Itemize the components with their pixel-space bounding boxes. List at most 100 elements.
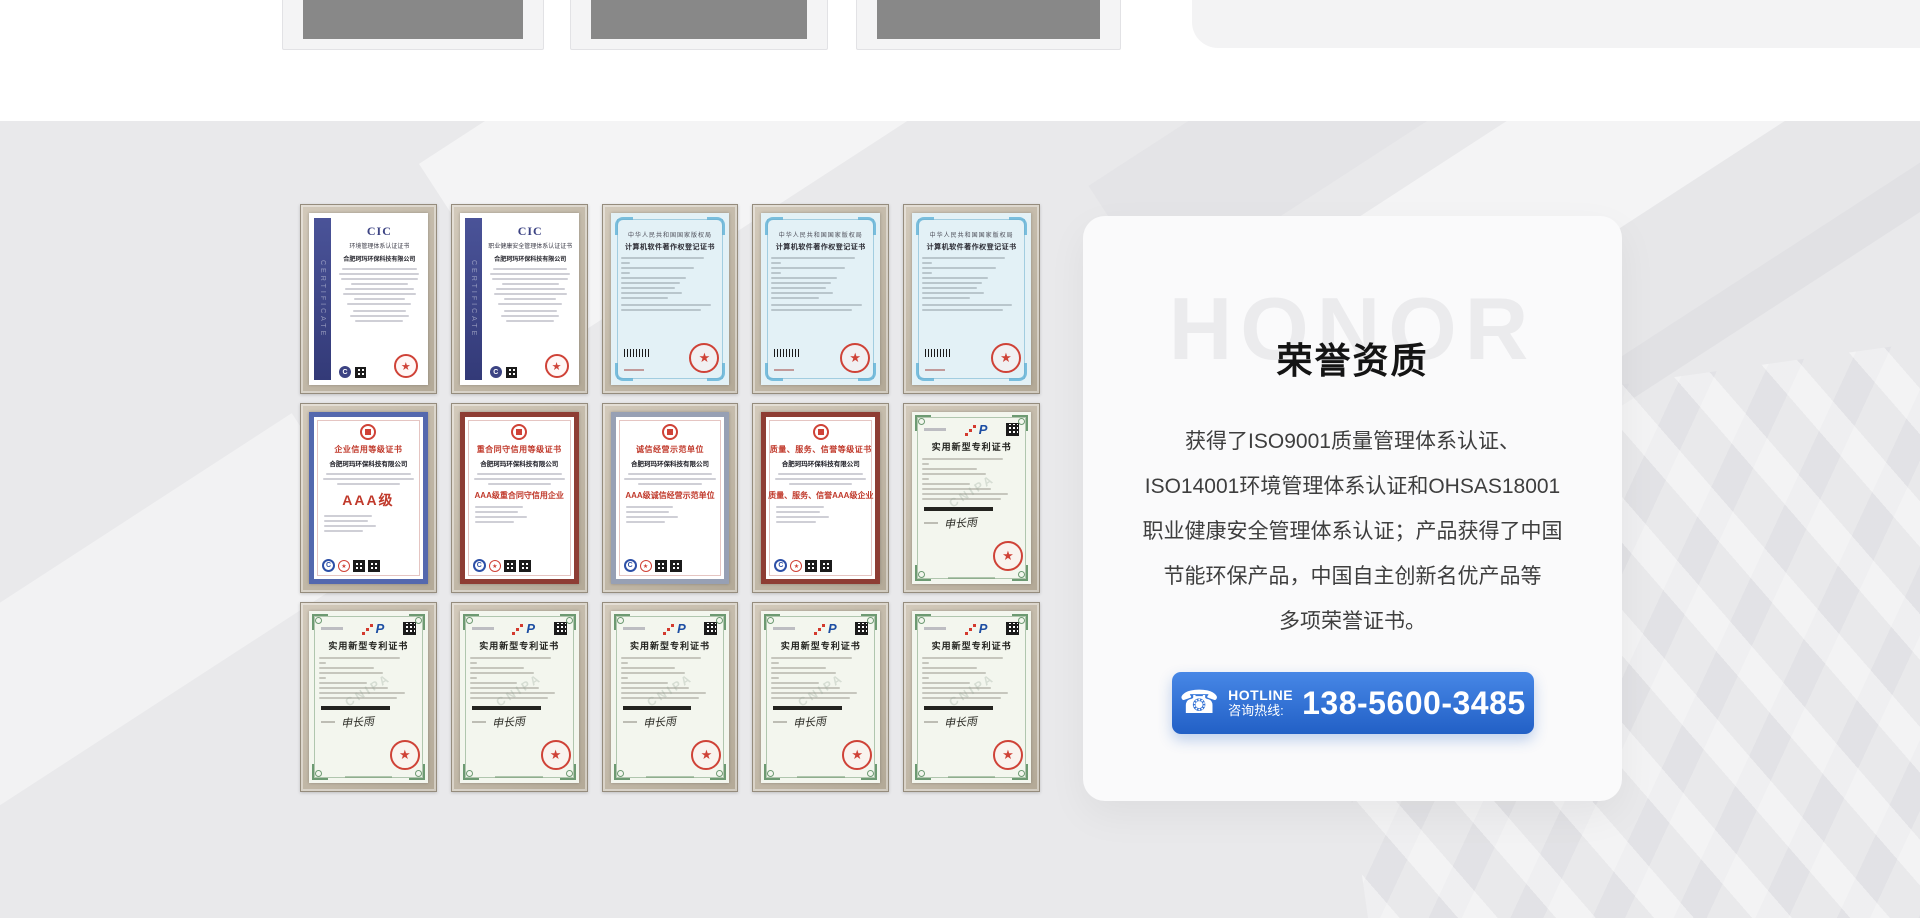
corner-ornament	[915, 565, 931, 581]
corner-ornament	[710, 614, 726, 630]
cnipa-logo-icon: P	[362, 622, 385, 635]
certificate-thumb[interactable]: CNIPA P 实用新型专利证书 申长雨 ★	[451, 602, 588, 792]
certificate-side-band: CERTIFICATE	[314, 218, 331, 380]
corner-ornament	[312, 764, 328, 780]
certificate-title: 实用新型专利证书	[912, 440, 1031, 453]
company-name: 合肥珂玛环保科技有限公司	[486, 254, 575, 263]
certificate-title: 职业健康安全管理体系认证证书	[486, 241, 575, 250]
certificate-title: 计算机软件著作权登记证书	[912, 242, 1031, 252]
corner-flourish	[765, 363, 783, 381]
certificate-text-lines	[314, 473, 423, 485]
honor-description-line: 多项荣誉证书。	[1111, 599, 1594, 644]
red-emblem-icon	[813, 424, 829, 440]
phone-icon: ☎	[1179, 686, 1219, 718]
barcode	[774, 349, 800, 357]
hotline-label-zh: 咨询热线:	[1228, 703, 1293, 719]
honor-description-line: 获得了ISO9001质量管理体系认证、	[1111, 419, 1594, 464]
honor-section: CERTIFICATE CIC 环境管理体系认证证书 合肥珂玛环保科技有限公司 …	[0, 121, 1920, 918]
company-name: 合肥珂玛环保科技有限公司	[766, 458, 875, 468]
corner-flourish	[765, 217, 783, 235]
cic-badge-icon: C	[490, 366, 502, 378]
certificate-paper: CNIPA P 实用新型专利证书 申长雨 ★	[912, 412, 1031, 584]
certificate-title: 实用新型专利证书	[611, 639, 730, 652]
corner-ornament	[764, 764, 780, 780]
certificate-thumb[interactable]: 中华人民共和国国家版权局 计算机软件著作权登记证书 ★	[903, 204, 1040, 394]
certificate-title: 企业信用等级证书	[314, 444, 423, 455]
certificate-text-lines	[912, 304, 1031, 311]
cnipa-logo-icon: P	[663, 622, 686, 635]
excavation-site-photo	[303, 0, 523, 39]
certificate-paper: 中华人民共和国国家版权局 计算机软件著作权登记证书 ★	[761, 213, 880, 385]
gallery-card-machinery[interactable]	[570, 0, 828, 50]
honor-description-line: 职业健康安全管理体系认证；产品获得了中国	[1111, 509, 1594, 554]
certificate-paper: 中华人民共和国国家版权局 计算机软件著作权登记证书 ★	[611, 213, 730, 385]
certificate-text-lines	[335, 310, 424, 322]
certificate-paper: CERTIFICATE CIC 职业健康安全管理体系认证证书 合肥珂玛环保科技有…	[460, 213, 579, 385]
qr-code	[353, 560, 365, 572]
anti-counterfeit-icon: C	[473, 559, 486, 572]
hotline-button[interactable]: ☎ HOTLINE 咨询热线: 138-5600-3485	[1172, 672, 1534, 734]
company-name: 合肥珂玛环保科技有限公司	[335, 254, 424, 263]
certificate-side-band: CERTIFICATE	[465, 218, 482, 380]
red-emblem-icon	[511, 424, 527, 440]
certificate-thumb[interactable]: CNIPA P 实用新型专利证书 申长雨 ★	[752, 602, 889, 792]
certificate-text-lines	[912, 257, 1031, 299]
corner-ornament	[915, 764, 931, 780]
gallery-card-trench[interactable]	[856, 0, 1121, 50]
certificate-paper: 企业信用等级证书 合肥珂玛环保科技有限公司 AAA级 C ★	[309, 412, 428, 584]
award-grade: 质量、服务、信誉AAA级企业	[766, 490, 875, 501]
certificate-thumb[interactable]: 质量、服务、信誉等级证书 合肥珂玛环保科技有限公司 质量、服务、信誉AAA级企业…	[752, 403, 889, 593]
certificate-thumb[interactable]: CNIPA P 实用新型专利证书 申长雨 ★	[903, 602, 1040, 792]
certificate-thumb[interactable]: CERTIFICATE CIC 环境管理体系认证证书 合肥珂玛环保科技有限公司 …	[300, 204, 437, 394]
certificate-title: 计算机软件著作权登记证书	[761, 242, 880, 252]
anti-counterfeit-icon: C	[774, 559, 787, 572]
certificate-thumb[interactable]: 中华人民共和国国家版权局 计算机软件著作权登记证书 ★	[752, 204, 889, 394]
certificate-paper: CNIPA P 实用新型专利证书 申长雨 ★	[912, 611, 1031, 783]
barcode	[623, 706, 692, 710]
anti-counterfeit-icon: C	[322, 559, 335, 572]
honor-description-line: 节能环保产品，中国自主创新名优产品等	[1111, 554, 1594, 599]
certificate-text-lines	[761, 257, 880, 299]
qr-code	[504, 560, 516, 572]
top-right-panel-edge	[1192, 0, 1920, 48]
certificate-thumb[interactable]: CERTIFICATE CIC 职业健康安全管理体系认证证书 合肥珂玛环保科技有…	[451, 204, 588, 394]
qr-code	[655, 560, 667, 572]
certificate-thumb[interactable]: 中华人民共和国国家版权局 计算机软件著作权登记证书 ★	[602, 204, 739, 394]
certificate-text-lines	[611, 304, 730, 311]
red-round-seal: ★	[991, 343, 1021, 373]
certificate-paper: 重合同守信用等级证书 合肥珂玛环保科技有限公司 AAA级重合同守信用企业 C ★	[460, 412, 579, 584]
cnipa-logo-icon: P	[814, 622, 837, 635]
certificate-paper: 诚信经营示范单位 合肥珂玛环保科技有限公司 AAA级诚信经营示范单位 C ★	[611, 412, 730, 584]
national-emblem-seal: ★	[541, 740, 571, 770]
corner-flourish	[615, 217, 633, 235]
certificate-thumb[interactable]: CNIPA P 实用新型专利证书 申长雨 ★	[903, 403, 1040, 593]
corner-flourish	[916, 217, 934, 235]
director-signature: 申长雨	[944, 713, 978, 731]
certificate-thumb[interactable]: 重合同守信用等级证书 合肥珂玛环保科技有限公司 AAA级重合同守信用企业 C ★	[451, 403, 588, 593]
certificate-thumb[interactable]: CNIPA P 实用新型专利证书 申长雨 ★	[602, 602, 739, 792]
certificate-thumb[interactable]: 诚信经营示范单位 合肥珂玛环保科技有限公司 AAA级诚信经营示范单位 C ★	[602, 403, 739, 593]
cnipa-logo-icon: P	[965, 423, 988, 436]
national-emblem-seal: ★	[993, 541, 1023, 571]
director-signature: 申长雨	[491, 713, 525, 731]
corner-ornament	[915, 415, 931, 431]
star-badge-icon: ★	[489, 560, 501, 572]
certificates-grid: CERTIFICATE CIC 环境管理体系认证证书 合肥珂玛环保科技有限公司 …	[300, 204, 1040, 792]
red-round-seal: ★	[840, 343, 870, 373]
national-emblem-seal: ★	[993, 740, 1023, 770]
anti-counterfeit-icon: C	[624, 559, 637, 572]
gallery-card-excavation[interactable]	[282, 0, 544, 50]
certificate-text-lines	[611, 257, 730, 299]
certificate-title: 重合同守信用等级证书	[465, 444, 574, 455]
certificate-thumb[interactable]: 企业信用等级证书 合肥珂玛环保科技有限公司 AAA级 C ★	[300, 403, 437, 593]
qr-code	[670, 560, 682, 572]
barcode	[321, 706, 390, 710]
top-gallery-strip	[0, 0, 1920, 121]
certificate-text-lines	[486, 268, 575, 305]
certificate-thumb[interactable]: CNIPA P 实用新型专利证书 申长雨 ★	[300, 602, 437, 792]
star-badge-icon: ★	[338, 560, 350, 572]
corner-flourish	[615, 363, 633, 381]
qr-code	[820, 560, 832, 572]
award-grade: AAA级诚信经营示范单位	[616, 490, 725, 501]
certificate-text-lines	[766, 506, 875, 523]
